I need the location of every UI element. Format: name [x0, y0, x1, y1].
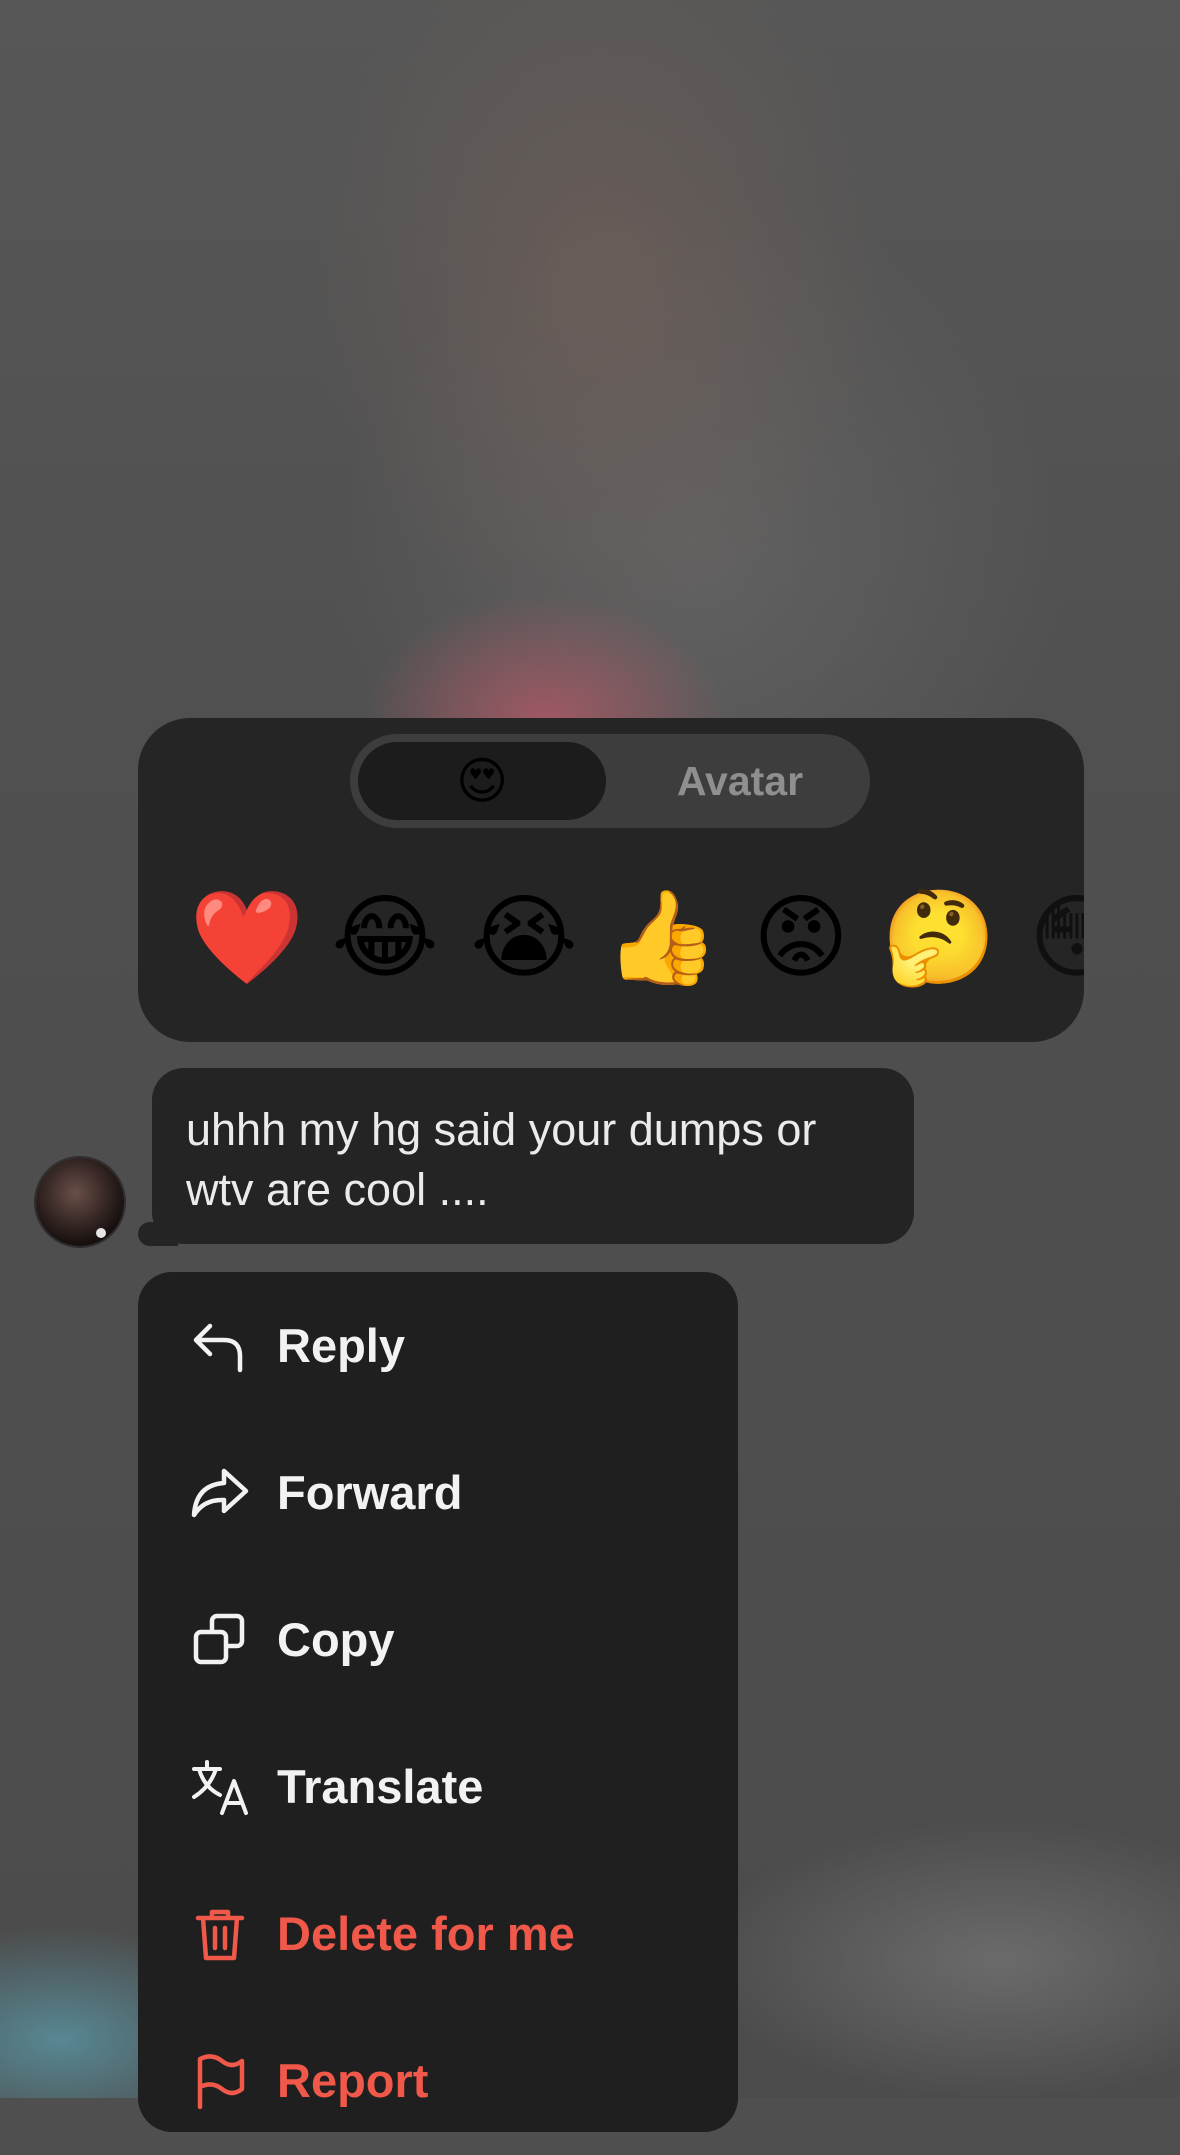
menu-item-delete[interactable]: Delete for me	[138, 1860, 738, 2008]
reaction-picker: 😍 Avatar ❤️ 😂 😭 👍 😡 🤔 😳	[138, 718, 1084, 1042]
tab-avatar[interactable]: Avatar	[610, 734, 870, 828]
menu-label-copy: Copy	[277, 1613, 395, 1666]
menu-label-forward: Forward	[277, 1466, 463, 1519]
reaction-flushed[interactable]: 😳	[1022, 878, 1084, 998]
menu-item-forward[interactable]: Forward	[138, 1419, 738, 1567]
menu-item-report[interactable]: Report	[138, 2007, 738, 2155]
menu-item-translate[interactable]: Translate	[138, 1713, 738, 1861]
message-text-line-1: uhhh my hg said your dumps or	[186, 1104, 817, 1155]
tab-emoji[interactable]: 😍	[358, 742, 606, 820]
translate-icon	[192, 1760, 248, 1815]
reaction-thinking[interactable]: 🤔	[882, 878, 997, 998]
emoji-reaction-row: ❤️ 😂 😭 👍 😡 🤔 😳	[138, 878, 1084, 998]
forward-icon	[191, 1468, 249, 1518]
flag-icon	[197, 2054, 245, 2110]
menu-item-copy[interactable]: Copy	[138, 1566, 738, 1714]
reaction-angry[interactable]: 😡	[746, 878, 856, 998]
message-text-line-2: wtv are cool ....	[186, 1164, 489, 1215]
menu-label-reply: Reply	[277, 1319, 405, 1372]
message-bubble[interactable]: uhhh my hg said your dumps or wtv are co…	[152, 1068, 914, 1244]
trash-icon	[195, 1909, 245, 1961]
message-context-menu: Reply Forward Copy Translate Delete for …	[138, 1272, 738, 2132]
online-indicator	[96, 1228, 106, 1238]
copy-icon	[193, 1613, 245, 1665]
reaction-tab-switch: 😍 Avatar	[350, 734, 870, 828]
reaction-sob[interactable]: 😭	[469, 878, 579, 998]
menu-label-translate: Translate	[277, 1760, 484, 1813]
menu-label-delete: Delete for me	[277, 1907, 575, 1960]
reaction-joy[interactable]: 😂	[330, 878, 440, 998]
reply-icon	[193, 1323, 243, 1373]
reaction-thumbs-up[interactable]: 👍	[605, 878, 720, 998]
reaction-heart[interactable]: ❤️	[190, 878, 305, 998]
sender-avatar[interactable]	[36, 1158, 124, 1246]
menu-item-reply[interactable]: Reply	[138, 1272, 738, 1420]
